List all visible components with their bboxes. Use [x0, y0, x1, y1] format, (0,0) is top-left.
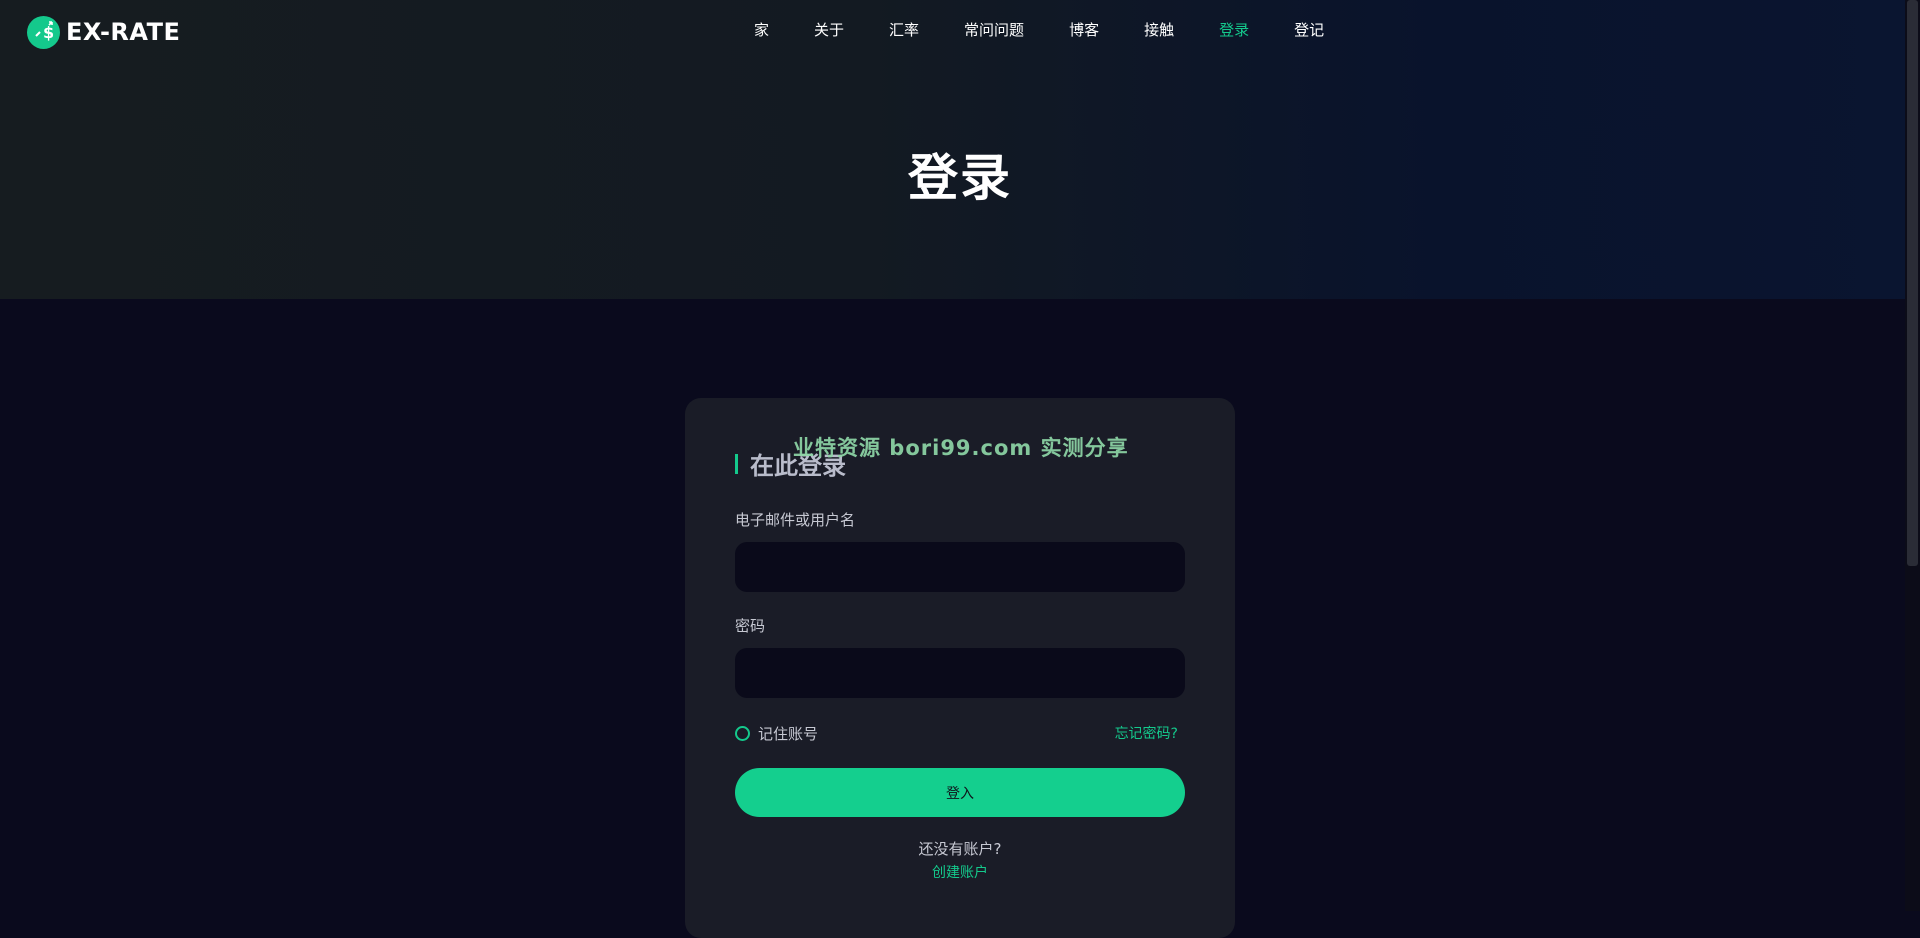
login-card: 在此登录 业特资源 bori99.com 实测分享 电子邮件或用户名 密码 记住…	[685, 398, 1235, 938]
nav-item-faq[interactable]: 常问问题	[964, 19, 1024, 40]
page-scrollbar[interactable]	[1905, 0, 1920, 911]
nav-item-register[interactable]: 登记	[1294, 19, 1324, 40]
brand-name: EX-RATE	[66, 18, 181, 46]
no-account-text: 还没有账户?	[918, 840, 1002, 858]
scrollbar-thumb[interactable]	[1907, 0, 1918, 566]
password-field[interactable]	[735, 648, 1185, 698]
nav-item-home[interactable]: 家	[754, 19, 769, 40]
nav-item-contact[interactable]: 接触	[1144, 19, 1174, 40]
create-account-link[interactable]: 创建账户	[685, 862, 1235, 882]
nav-item-exchange-rate[interactable]: 汇率	[889, 19, 919, 40]
svg-text:$: $	[43, 23, 54, 42]
remember-account-label: 记住账号	[758, 725, 819, 743]
forgot-password-link[interactable]: 忘记密码?	[1115, 723, 1178, 743]
email-label: 电子邮件或用户名	[735, 511, 856, 529]
nav-item-blog[interactable]: 博客	[1069, 19, 1099, 40]
login-button[interactable]: 登入	[735, 768, 1185, 817]
nav-item-login[interactable]: 登录	[1219, 19, 1249, 40]
page-title: 登录	[908, 149, 1012, 207]
brand-logo[interactable]: $ EX-RATE	[27, 14, 180, 50]
email-field[interactable]	[735, 542, 1185, 592]
password-label: 密码	[735, 617, 766, 635]
dollar-exchange-icon: $	[27, 15, 60, 49]
radio-unchecked-icon[interactable]	[735, 726, 750, 741]
nav-item-about[interactable]: 关于	[814, 19, 844, 40]
main-nav: 家 关于 汇率 常问问题 博客 接触 登录 登记	[754, 18, 1324, 40]
remember-account-toggle[interactable]: 记住账号	[735, 723, 818, 744]
hero-banner: $ EX-RATE 家 关于 汇率 常问问题 博客 接触 登录 登记 登录	[0, 0, 1920, 299]
watermark: 业特资源 bori99.com 实测分享	[793, 436, 1129, 460]
heading-accent-bar	[735, 453, 738, 474]
